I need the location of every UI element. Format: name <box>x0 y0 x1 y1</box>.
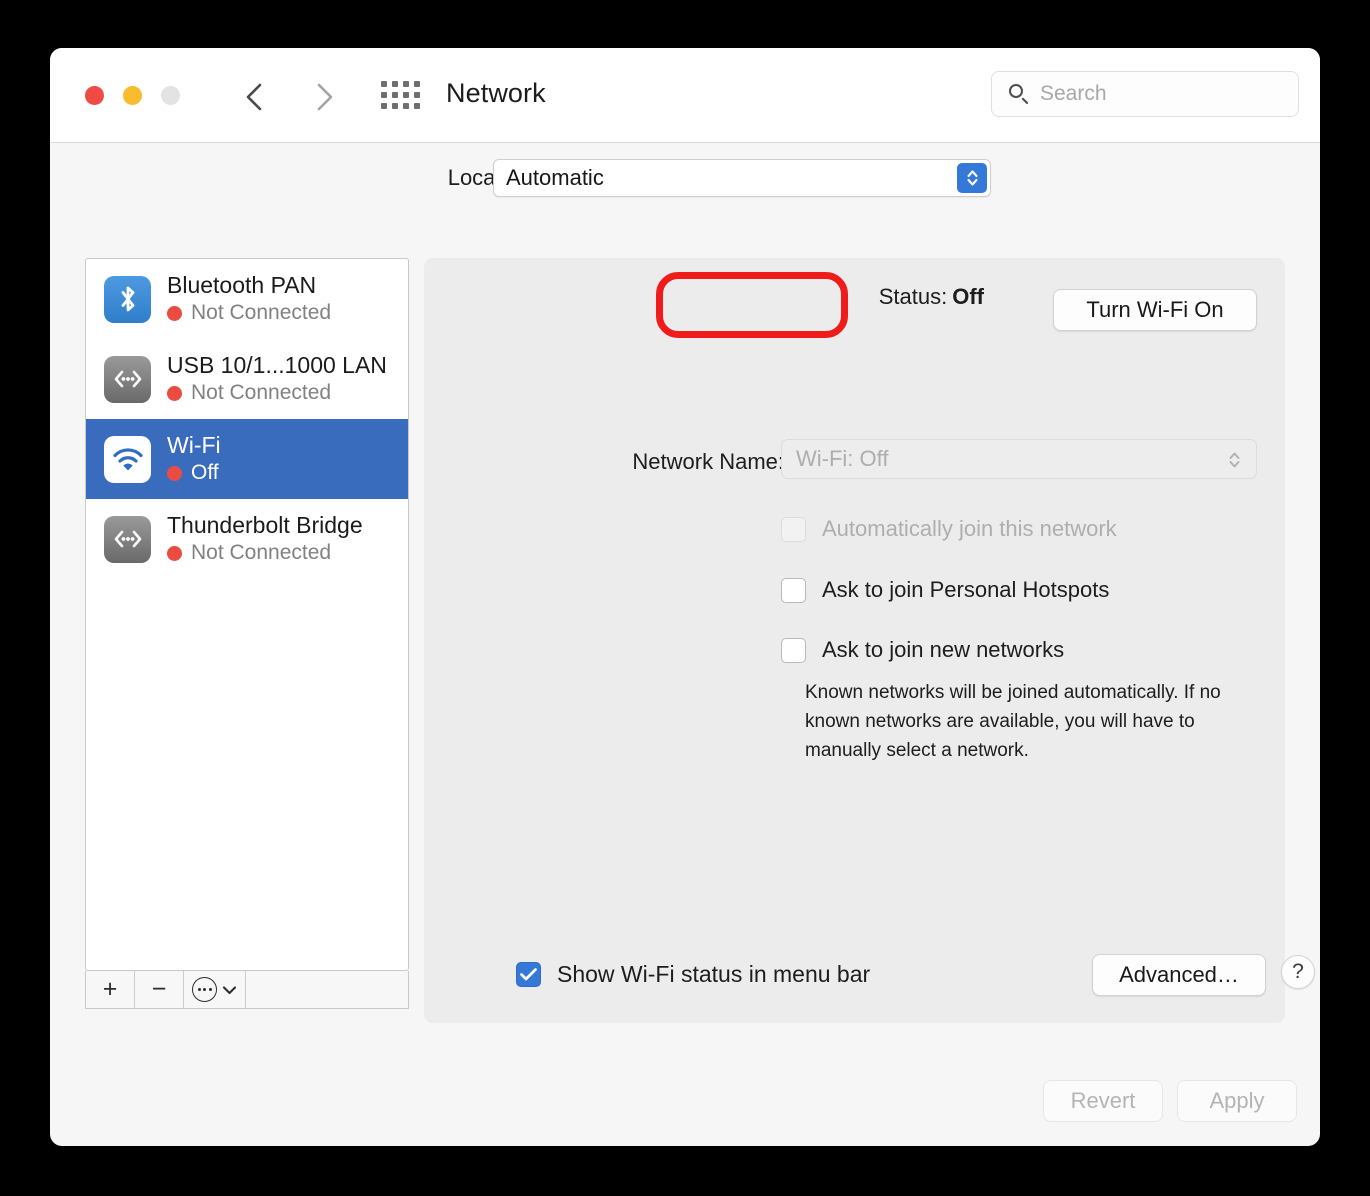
status-line: Status: Off <box>424 284 984 310</box>
network-name-label: Network Name: <box>632 449 784 474</box>
service-actions-button[interactable] <box>184 971 246 1008</box>
revert-label: Revert <box>1070 1088 1136 1113</box>
status-label: Status: <box>878 284 948 309</box>
service-status-label: Off <box>191 461 219 485</box>
turn-wifi-on-label: Turn Wi-Fi On <box>1086 297 1224 322</box>
apply-button: Apply <box>1177 1080 1297 1122</box>
ask-join-new-networks-checkbox-row[interactable]: Ask to join new networks <box>781 637 1064 663</box>
status-dot-icon <box>167 545 182 561</box>
ask-join-hotspots-label: Ask to join Personal Hotspots <box>822 577 1110 602</box>
network-help-text: Known networks will be joined automatica… <box>805 682 1221 761</box>
ask-join-new-networks-label: Ask to join new networks <box>822 637 1065 662</box>
service-status-label: Not Connected <box>191 301 332 325</box>
auto-join-network-checkbox-row: Automatically join this network <box>781 516 1117 542</box>
turn-wifi-on-button[interactable]: Turn Wi-Fi On <box>1053 289 1257 331</box>
chevron-up-down-icon <box>1229 452 1240 468</box>
service-status: Not Connected <box>167 541 363 565</box>
advanced-button[interactable]: Advanced… <box>1092 954 1266 996</box>
network-preferences-window: Network Search Location: Automatic <box>50 48 1320 1146</box>
add-service-label: + <box>102 975 118 1003</box>
ethernet-icon <box>104 355 151 403</box>
advanced-label: Advanced… <box>1119 962 1239 987</box>
chevron-right-icon <box>317 83 333 111</box>
show-wifi-status-checkbox-row[interactable]: Show Wi-Fi status in menu bar <box>516 961 870 988</box>
chevron-left-icon <box>246 83 262 111</box>
ask-join-new-networks-checkbox[interactable] <box>781 637 806 663</box>
forward-button[interactable] <box>308 78 342 116</box>
service-status-label: Not Connected <box>191 541 332 565</box>
apply-label: Apply <box>1209 1088 1265 1113</box>
service-status: Not Connected <box>167 301 331 325</box>
auto-join-network-checkbox <box>781 516 806 542</box>
wifi-icon <box>104 435 151 483</box>
add-service-button[interactable]: + <box>86 971 135 1008</box>
toolbar-filler <box>246 971 408 1008</box>
page-title: Network <box>446 78 546 108</box>
back-button[interactable] <box>237 78 271 116</box>
help-button[interactable]: ? <box>1281 955 1315 989</box>
show-wifi-status-label: Show Wi-Fi status in menu bar <box>557 961 871 987</box>
sidebar-item-text: Thunderbolt Bridge Not Connected <box>167 511 363 566</box>
bluetooth-icon <box>104 275 151 323</box>
service-name: Bluetooth PAN <box>167 271 317 298</box>
remove-service-button[interactable]: − <box>135 971 184 1008</box>
location-value: Automatic <box>506 165 604 190</box>
close-button[interactable] <box>85 86 104 105</box>
revert-button: Revert <box>1043 1080 1163 1122</box>
sidebar-item-thunderbolt-bridge[interactable]: Thunderbolt Bridge Not Connected <box>86 499 408 579</box>
search-field[interactable]: Search <box>991 71 1299 117</box>
ethernet-icon <box>104 515 151 563</box>
service-list[interactable]: Bluetooth PAN Not Connected USB 10/1...1… <box>85 258 409 971</box>
title-bar: Network Search <box>50 48 1320 143</box>
traffic-lights <box>85 86 180 105</box>
service-status-label: Not Connected <box>191 381 332 405</box>
bluetooth-glyph <box>121 286 134 312</box>
service-status: Off <box>167 461 221 485</box>
search-icon <box>1008 83 1030 105</box>
auto-join-network-label: Automatically join this network <box>822 516 1117 541</box>
ask-join-hotspots-checkbox[interactable] <box>781 577 806 603</box>
location-stepper-icon[interactable] <box>957 163 987 193</box>
sidebar-item-bluetooth-pan[interactable]: Bluetooth PAN Not Connected <box>86 259 408 339</box>
help-label: ? <box>1292 960 1304 983</box>
minimize-button[interactable] <box>123 86 142 105</box>
service-name: Thunderbolt Bridge <box>167 511 363 538</box>
status-dot-icon <box>167 385 182 401</box>
search-placeholder: Search <box>1040 82 1107 105</box>
wifi-detail-panel: Status: Off Turn Wi-Fi On Network Name: W… <box>424 258 1315 1023</box>
sidebar-item-text: Wi-Fi Off <box>167 431 221 486</box>
service-list-toolbar: + − <box>85 971 409 1009</box>
status-value: Off <box>952 284 984 309</box>
chevron-up-down-icon <box>966 170 978 186</box>
ask-join-hotspots-checkbox-row[interactable]: Ask to join Personal Hotspots <box>781 577 1109 603</box>
checkmark-icon <box>520 968 537 981</box>
status-dot-icon <box>167 305 182 321</box>
network-name-chevron-icon <box>1227 449 1242 476</box>
sidebar-item-text: Bluetooth PAN Not Connected <box>167 271 331 326</box>
network-name-dropdown: Wi-Fi: Off <box>781 439 1257 479</box>
sidebar-item-text: USB 10/1...1000 LAN Not Connected <box>167 351 387 406</box>
show-all-grid-icon[interactable] <box>381 81 420 109</box>
status-dot-icon <box>167 465 182 481</box>
wifi-glyph <box>112 448 143 471</box>
ellipsis-circle-icon <box>192 977 217 1002</box>
show-wifi-status-checkbox[interactable] <box>516 962 541 987</box>
service-status: Not Connected <box>167 381 387 405</box>
network-name-value: Wi-Fi: Off <box>796 446 889 471</box>
chevron-down-icon <box>222 985 237 994</box>
sidebar-item-wifi[interactable]: Wi-Fi Off <box>86 419 408 499</box>
service-name: Wi-Fi <box>167 431 221 458</box>
zoom-button <box>161 86 180 105</box>
ethernet-glyph <box>114 370 141 388</box>
ethernet-glyph <box>114 530 141 548</box>
location-dropdown[interactable]: Automatic <box>493 159 991 197</box>
service-name: USB 10/1...1000 LAN <box>167 351 387 378</box>
sidebar-item-usb-lan[interactable]: USB 10/1...1000 LAN Not Connected <box>86 339 408 419</box>
remove-service-label: − <box>151 975 167 1003</box>
